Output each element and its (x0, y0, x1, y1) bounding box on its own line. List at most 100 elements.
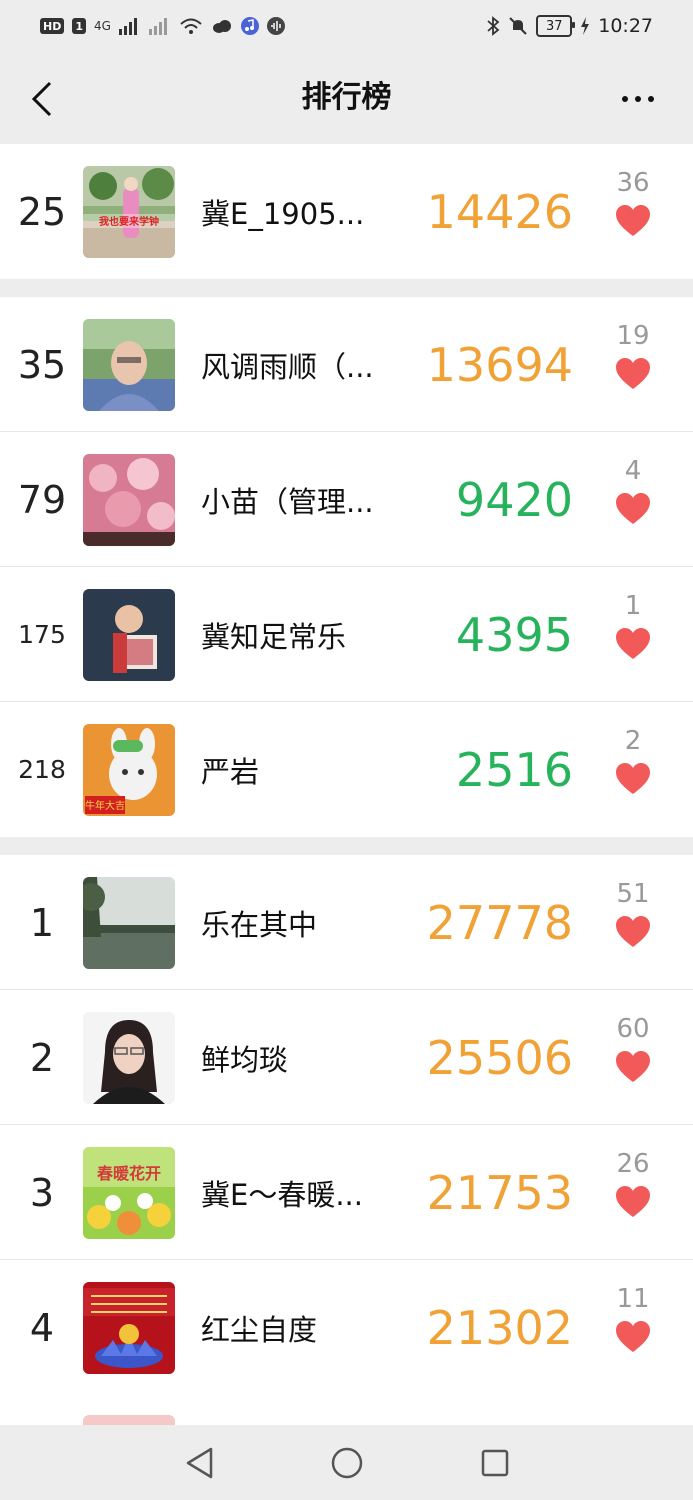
avatar[interactable] (83, 454, 175, 546)
rank-number: 2 (29, 1035, 55, 1080)
more-dot (648, 96, 654, 102)
charging-icon (581, 17, 590, 35)
leaderboard-row[interactable]: 4 红尘自度 21302 11 (0, 1260, 693, 1395)
like-widget[interactable]: 11 (600, 1282, 666, 1378)
nav-bar: 排行榜 (0, 52, 693, 144)
heart-icon[interactable] (615, 627, 651, 661)
avatar[interactable] (83, 1282, 175, 1374)
user-name: 冀知足常乐 (201, 619, 347, 654)
like-widget[interactable]: 4 (600, 454, 666, 550)
battery-indicator: 37 (536, 15, 576, 37)
user-name: 红尘自度 (201, 1312, 318, 1347)
user-name: 小苗（管理... (201, 484, 374, 519)
like-widget[interactable]: 36 (600, 166, 666, 262)
system-back-button[interactable] (179, 1443, 219, 1483)
heart-icon[interactable] (615, 1185, 651, 1219)
partial-leaderboard-row[interactable] (0, 1395, 693, 1425)
friends-group: 35 风调雨顺（... 13694 19 79 小苗（管理... 9420 4 … (0, 297, 693, 837)
avatar[interactable] (83, 319, 175, 411)
avatar-caption: 我也要来学钟 (99, 215, 159, 228)
more-button[interactable] (613, 76, 663, 122)
like-count: 26 (616, 1149, 650, 1179)
music-icon (240, 17, 259, 35)
audio-icon (266, 17, 285, 35)
like-widget[interactable]: 26 (600, 1147, 666, 1243)
like-count: 2 (624, 726, 642, 756)
bluetooth-icon (487, 16, 500, 36)
leaderboard-row[interactable]: 35 风调雨顺（... 13694 19 (0, 297, 693, 432)
heart-icon[interactable] (615, 204, 651, 238)
heart-icon[interactable] (615, 762, 651, 796)
user-name: 鲜均琰 (201, 1042, 289, 1077)
like-widget[interactable]: 51 (600, 877, 666, 973)
avatar[interactable] (83, 877, 175, 969)
like-widget[interactable]: 60 (600, 1012, 666, 1108)
square-recent-icon (481, 1449, 508, 1476)
like-widget[interactable]: 2 (600, 724, 666, 820)
heart-icon[interactable] (615, 1050, 651, 1084)
like-count: 1 (624, 591, 642, 621)
step-count: 2516 (455, 742, 573, 797)
avatar[interactable] (83, 589, 175, 681)
sim-badge: 1 (72, 18, 86, 34)
user-name: 乐在其中 (201, 907, 318, 942)
like-count: 19 (616, 321, 650, 351)
clock: 10:27 (598, 15, 653, 37)
rank-number: 218 (18, 755, 66, 784)
more-dot (622, 96, 628, 102)
network-label: 4G (94, 19, 111, 33)
more-dot (635, 96, 641, 102)
status-bar: HD 1 4G 37 10:27 (0, 0, 693, 52)
wifi-icon (180, 18, 202, 34)
heart-icon[interactable] (615, 915, 651, 949)
step-count: 13694 (426, 337, 573, 392)
signal-icon (118, 18, 137, 35)
step-count: 21302 (426, 1300, 573, 1355)
cloud-icon (212, 20, 231, 33)
step-count: 25506 (426, 1030, 573, 1085)
avatar-caption: 牛年大吉 (85, 799, 125, 812)
leaderboard-row[interactable]: 25 我也要来学钟 冀E_1905... 14426 36 (0, 144, 693, 279)
avatar[interactable] (83, 1012, 175, 1104)
leaderboard-row[interactable]: 175 冀知足常乐 4395 1 (0, 567, 693, 702)
leaderboard-row[interactable]: 2 鲜均琰 25506 60 (0, 990, 693, 1125)
user-name: 冀E_1905... (201, 196, 365, 231)
heart-icon[interactable] (615, 357, 651, 391)
system-recent-button[interactable] (475, 1443, 515, 1483)
avatar[interactable] (83, 1415, 175, 1425)
leaderboard-row[interactable]: 79 小苗（管理... 9420 4 (0, 432, 693, 567)
status-right: 37 10:27 (486, 15, 653, 37)
like-count: 11 (616, 1284, 650, 1314)
rank-number: 79 (17, 477, 67, 522)
rank-number: 4 (29, 1305, 55, 1350)
signal-2-icon (148, 18, 167, 35)
leaderboard-row[interactable]: 3 春暖花开 冀E～春暖... 21753 26 (0, 1125, 693, 1260)
rank-number: 35 (17, 342, 67, 387)
rank-number: 3 (29, 1170, 55, 1215)
system-home-button[interactable] (327, 1443, 367, 1483)
leaderboard-list: 25 我也要来学钟 冀E_1905... 14426 36 35 风调雨顺（..… (0, 144, 693, 1395)
like-widget[interactable]: 19 (600, 319, 666, 415)
user-name: 风调雨顺（... (201, 349, 374, 384)
user-name: 冀E～春暖... (201, 1177, 363, 1212)
step-count: 21753 (426, 1165, 573, 1220)
circle-home-icon (331, 1447, 362, 1478)
rank-number: 1 (29, 900, 55, 945)
avatar[interactable]: 我也要来学钟 (83, 166, 175, 258)
avatar[interactable]: 春暖花开 (83, 1147, 175, 1239)
step-count: 14426 (426, 184, 573, 239)
page-title: 排行榜 (301, 80, 392, 115)
avatar[interactable]: 牛年大吉 (83, 724, 175, 816)
hd-badge: HD (40, 18, 65, 34)
heart-icon[interactable] (615, 1320, 651, 1354)
leaderboard-row[interactable]: 1 乐在其中 27778 51 (0, 855, 693, 990)
leaderboard-row[interactable]: 218 牛年大吉 严岩 2516 2 (0, 702, 693, 837)
system-nav-bar (0, 1425, 693, 1500)
rank-number: 25 (17, 189, 67, 234)
rank-number: 175 (18, 620, 66, 649)
step-count: 27778 (426, 895, 573, 950)
like-count: 51 (616, 879, 650, 909)
heart-icon[interactable] (615, 492, 651, 526)
triangle-back-icon (186, 1447, 212, 1478)
like-widget[interactable]: 1 (600, 589, 666, 685)
